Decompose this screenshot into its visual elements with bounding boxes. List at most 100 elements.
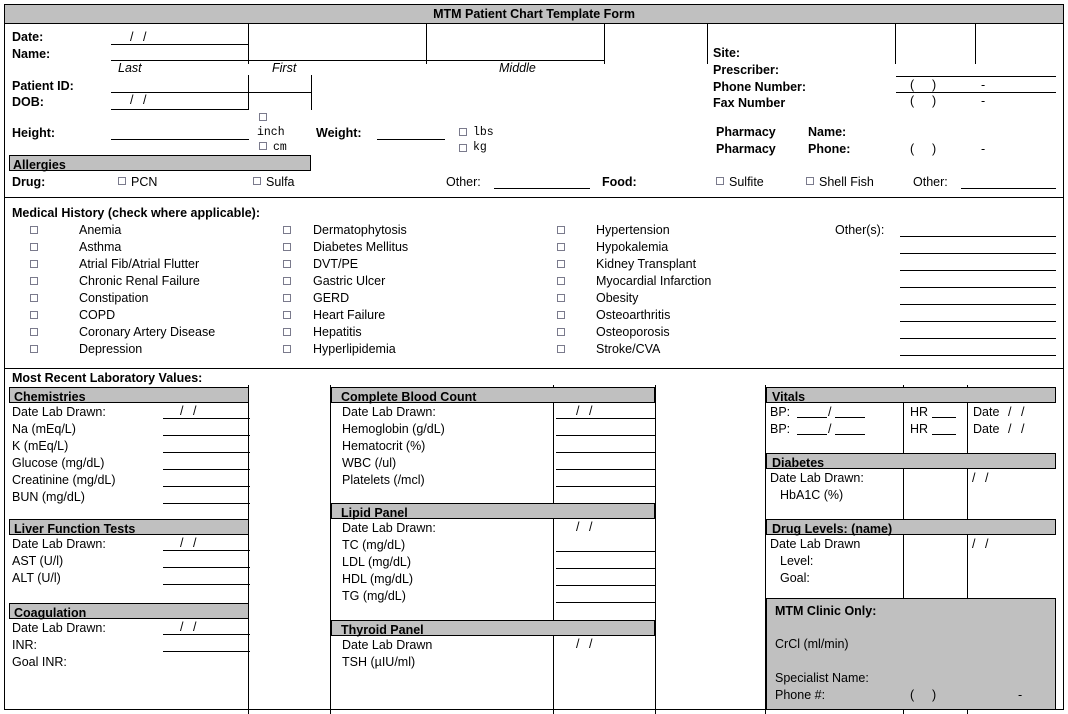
mh-checkbox[interactable] [557, 277, 565, 285]
mh-checkbox[interactable] [283, 345, 291, 353]
mh-label: Asthma [79, 240, 122, 254]
mh-checkbox[interactable] [30, 328, 38, 336]
cbc-date-value[interactable]: / / [576, 405, 595, 418]
mh-checkbox[interactable] [30, 345, 38, 353]
weight-input-line[interactable] [377, 139, 445, 140]
liver-row-line[interactable] [163, 567, 250, 568]
diabetes-date-value[interactable]: / / [972, 472, 991, 485]
vitals-hr-line[interactable] [932, 434, 956, 435]
mh-checkbox[interactable] [283, 226, 291, 234]
vitals-date-value[interactable]: / / [1008, 406, 1027, 419]
chemistries-row-label: BUN (mg/dL) [12, 490, 85, 504]
lipid-row-line[interactable] [556, 551, 656, 552]
mh-checkbox[interactable] [283, 328, 291, 336]
cbc-row-line[interactable] [556, 469, 656, 470]
weight-kg-label: kg [473, 141, 487, 154]
mh-checkbox[interactable] [30, 243, 38, 251]
mh-checkbox[interactable] [30, 311, 38, 319]
chemistries-row-line[interactable] [163, 469, 250, 470]
allergy-sulfa-checkbox[interactable] [253, 177, 261, 185]
vitals-hr-line[interactable] [932, 417, 956, 418]
cbc-row-label: Platelets (/mcl) [342, 473, 425, 487]
mh-label: Obesity [596, 291, 639, 305]
dob-input-line[interactable] [111, 109, 249, 110]
chemistries-row-line[interactable] [163, 452, 250, 453]
mh-label: Hypokalemia [596, 240, 669, 254]
mh-label: Coronary Artery Disease [79, 325, 216, 339]
others-line[interactable] [900, 236, 1056, 237]
divider-vertical-top-3 [604, 24, 605, 64]
mh-checkbox[interactable] [30, 294, 38, 302]
mh-checkbox[interactable] [557, 260, 565, 268]
chemistries-row-line[interactable] [163, 435, 250, 436]
lipid-date-value[interactable]: / / [576, 521, 595, 534]
chemistries-row-line[interactable] [163, 418, 250, 419]
mh-checkbox[interactable] [557, 345, 565, 353]
others-line[interactable] [900, 287, 1056, 288]
height-input-line[interactable] [111, 139, 249, 140]
mh-checkbox[interactable] [30, 226, 38, 234]
vitals-bp-systolic-line[interactable] [797, 417, 827, 418]
mh-checkbox[interactable] [557, 243, 565, 251]
vitals-bp-systolic-line[interactable] [797, 434, 827, 435]
height-inch-checkbox[interactable] [259, 113, 267, 121]
date-input-line[interactable] [111, 44, 249, 45]
mh-label: Chronic Renal Failure [79, 274, 200, 288]
allergy-shellfish-checkbox[interactable] [806, 177, 814, 185]
mtm-phone-label: Phone #: [775, 688, 826, 702]
cbc-row-line[interactable] [556, 418, 656, 419]
mh-checkbox[interactable] [283, 294, 291, 302]
cbc-row-line[interactable] [556, 486, 656, 487]
chemistries-row-line[interactable] [163, 486, 250, 487]
mh-checkbox[interactable] [30, 277, 38, 285]
phone-number-input-line[interactable] [896, 92, 1056, 93]
coagulation-row-line[interactable] [163, 634, 250, 635]
allergy-food-other-line[interactable] [961, 188, 1056, 189]
lipid-row-line[interactable] [556, 602, 656, 603]
mh-checkbox[interactable] [283, 243, 291, 251]
others-line[interactable] [900, 270, 1056, 271]
drug-levels-date-value[interactable]: / / [972, 538, 991, 551]
others-line[interactable] [900, 304, 1056, 305]
coagulation-date-value[interactable]: / / [180, 621, 199, 634]
weight-lbs-checkbox[interactable] [459, 128, 467, 136]
others-line[interactable] [900, 355, 1056, 356]
others-line[interactable] [900, 338, 1056, 339]
liver-date-value[interactable]: / / [180, 537, 199, 550]
thyroid-date-value[interactable]: / / [576, 638, 595, 651]
mh-checkbox[interactable] [557, 294, 565, 302]
others-line[interactable] [900, 321, 1056, 322]
weight-kg-checkbox[interactable] [459, 144, 467, 152]
chemistries-date-value[interactable]: / / [180, 405, 199, 418]
chemistries-row-line[interactable] [163, 503, 250, 504]
date-value[interactable]: / / [130, 31, 149, 44]
mh-checkbox[interactable] [30, 260, 38, 268]
vitals-date-value[interactable]: / / [1008, 423, 1027, 436]
dob-value[interactable]: / / [130, 94, 149, 107]
allergy-pcn-checkbox[interactable] [118, 177, 126, 185]
vitals-bp-diastolic-line[interactable] [835, 434, 865, 435]
mh-checkbox[interactable] [557, 311, 565, 319]
vitals-date-label: Date [973, 405, 1000, 419]
drug-levels-row-label: Date Lab Drawn [770, 537, 861, 551]
allergy-sulfite-checkbox[interactable] [716, 177, 724, 185]
mh-checkbox[interactable] [557, 226, 565, 234]
liver-row-line[interactable] [163, 550, 250, 551]
prescriber-input-line[interactable] [896, 76, 1056, 77]
lipid-row-line[interactable] [556, 585, 656, 586]
mh-checkbox[interactable] [283, 277, 291, 285]
height-cm-checkbox[interactable] [259, 142, 267, 150]
mh-label: Osteoarthritis [596, 308, 671, 322]
lipid-row-line[interactable] [556, 568, 656, 569]
mh-checkbox[interactable] [283, 260, 291, 268]
cbc-row-line[interactable] [556, 452, 656, 453]
drug-levels-row-label: Level: [780, 554, 814, 568]
coagulation-row-line[interactable] [163, 651, 250, 652]
allergy-drug-other-line[interactable] [494, 188, 590, 189]
cbc-row-line[interactable] [556, 435, 656, 436]
vitals-bp-diastolic-line[interactable] [835, 417, 865, 418]
mh-checkbox[interactable] [557, 328, 565, 336]
others-line[interactable] [900, 253, 1056, 254]
mh-checkbox[interactable] [283, 311, 291, 319]
liver-row-line[interactable] [163, 584, 250, 585]
